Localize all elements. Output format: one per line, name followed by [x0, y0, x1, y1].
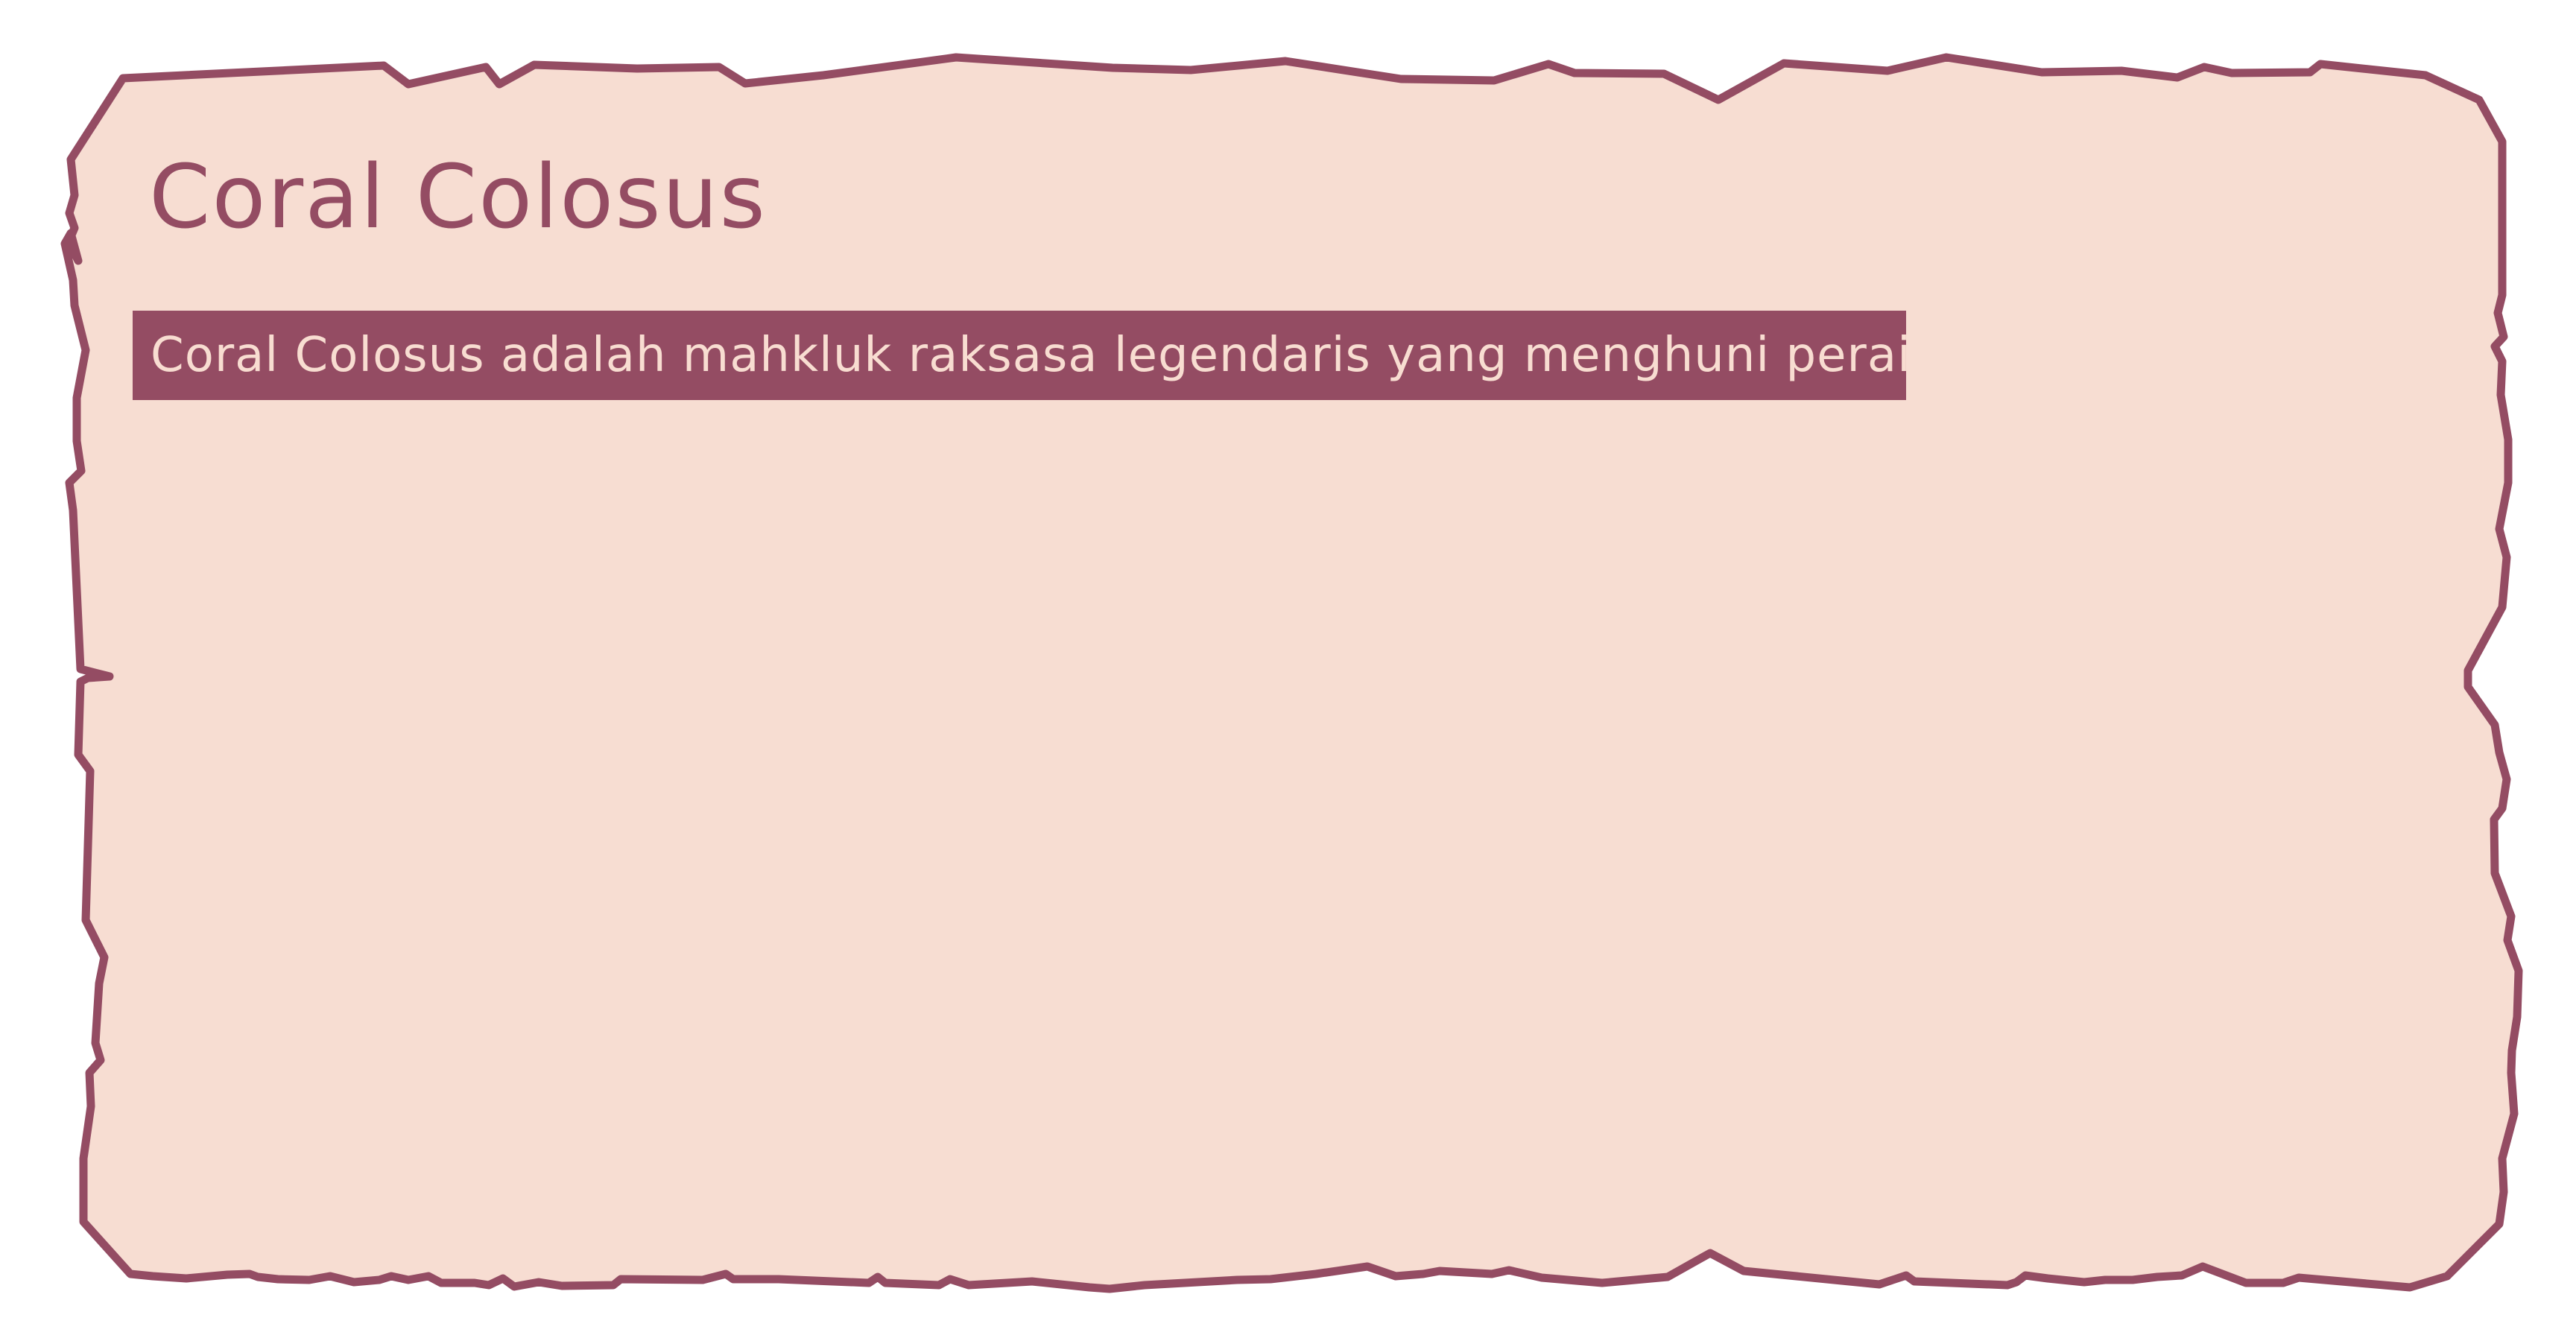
card-title: Coral Colosus: [149, 145, 768, 248]
card-description: Coral Colosus adalah mahkluk raksasa leg…: [133, 311, 1906, 400]
